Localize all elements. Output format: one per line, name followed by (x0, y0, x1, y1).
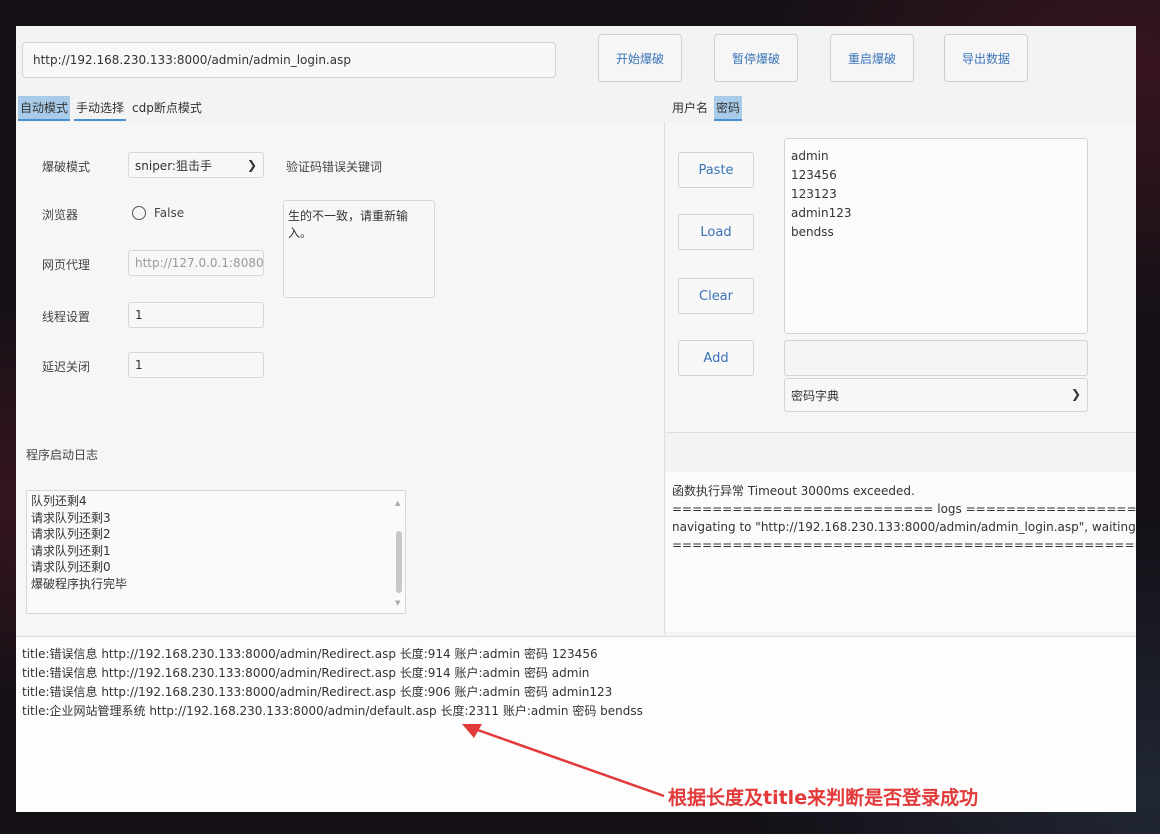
add-button[interactable]: Add (678, 340, 754, 376)
divider (666, 434, 1136, 472)
dictionary-type-select[interactable]: 密码字典 ❯ (784, 378, 1088, 412)
scroll-up-icon[interactable]: ▲ (395, 495, 400, 512)
tab-auto-mode[interactable]: 自动模式 (18, 96, 71, 121)
log-line: 函数执行异常 Timeout 3000ms exceeded. (672, 484, 915, 498)
error-log[interactable]: 函数执行异常 Timeout 3000ms exceeded. ========… (666, 472, 1136, 632)
app-window: 开始爆破 暂停爆破 重启爆破 导出数据 自动模式 手动选择 cdp断点模式 用户… (16, 26, 1136, 812)
browser-label: 浏览器 (42, 208, 79, 222)
log-scrollbar[interactable]: ▲ ▼ (395, 495, 403, 611)
log-line: 请求队列还剩3 (31, 510, 111, 525)
result-row: title:企业网站管理系统 http://192.168.230.133:80… (22, 704, 643, 718)
chevron-down-icon: ❯ (246, 158, 257, 172)
delay-label: 延迟关闭 (42, 360, 91, 374)
captcha-keyword-input[interactable]: 生的不一致，请重新输入。 (283, 200, 435, 298)
captcha-keyword-label: 验证码错误关键词 (286, 160, 383, 174)
browser-radio[interactable] (132, 206, 146, 220)
mode-select-value: sniper:狙击手 (135, 158, 212, 173)
tab-username[interactable]: 用户名 (670, 96, 710, 121)
target-url-input[interactable] (22, 42, 556, 78)
mode-tabs: 自动模式 手动选择 cdp断点模式 (18, 96, 204, 121)
log-line: 请求队列还剩1 (31, 543, 111, 558)
tab-cdp-mode[interactable]: cdp断点模式 (130, 96, 204, 121)
list-item: 123123 (791, 187, 837, 201)
log-line: 请求队列还剩2 (31, 527, 111, 541)
restart-brute-button[interactable]: 重启爆破 (830, 34, 914, 82)
load-button[interactable]: Load (678, 214, 754, 250)
startup-log-label: 程序启动日志 (26, 448, 99, 462)
pause-brute-button[interactable]: 暂停爆破 (714, 34, 798, 82)
log-line: 队列还剩4 (31, 494, 87, 508)
proxy-input[interactable]: http://127.0.0.1:8080 (128, 250, 264, 276)
list-item: bendss (791, 225, 834, 239)
annotation-text: 根据长度及title来判断是否登录成功 (668, 787, 979, 809)
delay-input[interactable]: 1 (128, 352, 264, 378)
dictionary-panel: Paste Load Clear Add admin 123456 123123… (666, 122, 1136, 433)
mode-select[interactable]: sniper:狙击手 ❯ (128, 152, 264, 178)
result-row: title:错误信息 http://192.168.230.133:8000/a… (22, 666, 590, 680)
dictionary-type-value: 密码字典 (791, 388, 840, 403)
start-brute-button[interactable]: 开始爆破 (598, 34, 682, 82)
browser-value: False (154, 206, 185, 220)
list-item: 123456 (791, 168, 837, 182)
proxy-label: 网页代理 (42, 258, 91, 272)
chevron-down-icon: ❯ (1070, 387, 1081, 401)
mode-label: 爆破模式 (42, 160, 91, 174)
tab-manual-select[interactable]: 手动选择 (74, 96, 127, 121)
threads-label: 线程设置 (42, 310, 91, 324)
log-line: ========================== logs ========… (672, 502, 1136, 516)
threads-input[interactable]: 1 (128, 302, 264, 328)
dictionary-list[interactable]: admin 123456 123123 admin123 bendss (784, 138, 1088, 334)
log-line: ========================================… (672, 538, 1136, 552)
clear-button[interactable]: Clear (678, 278, 754, 314)
result-row: title:错误信息 http://192.168.230.133:8000/a… (22, 647, 598, 661)
paste-button[interactable]: Paste (678, 152, 754, 188)
export-data-button[interactable]: 导出数据 (944, 34, 1028, 82)
log-line: 请求队列还剩0 (31, 560, 111, 574)
startup-log[interactable]: 队列还剩4 请求队列还剩3 请求队列还剩2 请求队列还剩1 请求队列还剩0 爆破… (26, 490, 406, 614)
log-line: navigating to "http://192.168.230.133:80… (672, 520, 1136, 534)
list-item: admin (791, 149, 829, 163)
dictionary-tabs: 用户名 密码 (670, 96, 743, 121)
add-entry-input[interactable] (784, 340, 1088, 376)
tab-password[interactable]: 密码 (714, 96, 743, 121)
list-item: admin123 (791, 206, 852, 220)
result-row: title:错误信息 http://192.168.230.133:8000/a… (22, 685, 613, 699)
settings-panel: 爆破模式 sniper:狙击手 ❯ 浏览器 False 网页代理 http://… (16, 122, 665, 634)
scroll-down-icon[interactable]: ▼ (395, 595, 400, 612)
scroll-thumb[interactable] (396, 531, 402, 593)
log-line: 爆破程序执行完毕 (31, 576, 128, 591)
